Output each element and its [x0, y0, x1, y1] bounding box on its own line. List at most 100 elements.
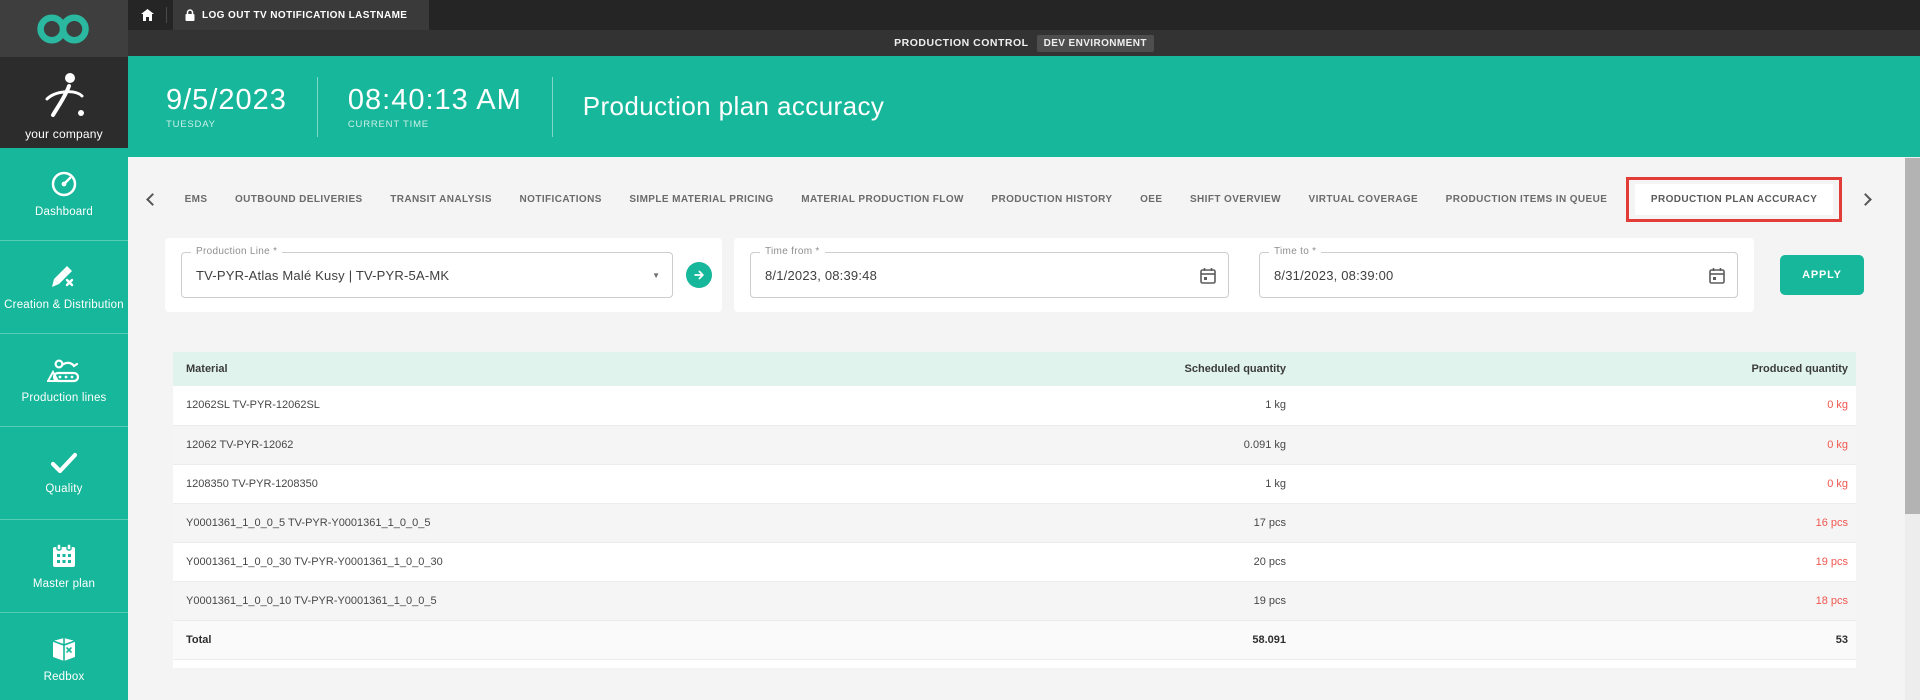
vertical-scrollbar	[1905, 157, 1920, 700]
time-block: 08:40:13 AM CURRENT TIME	[348, 84, 522, 130]
production-line-select[interactable]: Production Line * TV-PYR-Atlas Malé Kusy…	[181, 252, 673, 298]
tab-oee[interactable]: OEE	[1140, 194, 1162, 205]
infinity-logo-icon	[35, 14, 93, 44]
tab-shift-overview[interactable]: SHIFT OVERVIEW	[1190, 194, 1281, 205]
tab-transit-analysis[interactable]: TRANSIT ANALYSIS	[390, 194, 492, 205]
environment-bar: PRODUCTION CONTROL DEV ENVIRONMENT	[128, 30, 1920, 56]
column-header-scheduled: Scheduled quantity	[1126, 352, 1286, 386]
company-logo-box: your company	[0, 57, 128, 148]
current-time: 08:40:13 AM	[348, 84, 522, 116]
calendar-icon[interactable]	[1709, 267, 1725, 284]
scheduled-cell: 17 pcs	[1126, 503, 1286, 542]
current-day: TUESDAY	[166, 119, 287, 130]
table-row: Y0001361_1_0_0_5 TV-PYR-Y0001361_1_0_0_5…	[173, 503, 1856, 542]
go-arrow-button[interactable]	[686, 262, 712, 288]
filter-panel: Production Line * TV-PYR-Atlas Malé Kusy…	[165, 238, 1864, 312]
app-window: LOG OUT TV NOTIFICATION LASTNAME PRODUCT…	[0, 0, 1920, 700]
current-date: 9/5/2023	[166, 84, 287, 116]
company-logo-icon	[41, 69, 87, 123]
sidebar-item-label: Quality	[45, 483, 82, 495]
app-title: PRODUCTION CONTROL	[894, 37, 1028, 49]
company-label: your company	[25, 127, 103, 141]
time-range-card: Time from * 8/1/2023, 08:39:48 Time to *…	[734, 238, 1754, 312]
produced-cell: 0 kg	[1286, 425, 1856, 464]
table-total-row: Total 58.091 53	[173, 620, 1856, 659]
top-bar: LOG OUT TV NOTIFICATION LASTNAME	[128, 0, 1920, 30]
sidebar-item-master-plan[interactable]: Master plan	[0, 520, 128, 613]
accuracy-table-card: Material Scheduled quantity Produced qua…	[173, 352, 1856, 668]
chevron-down-icon[interactable]: ▼	[652, 271, 660, 280]
column-header-material: Material	[173, 352, 1126, 386]
total-produced-cell: 53	[1286, 620, 1856, 659]
apply-button[interactable]: APPLY	[1780, 255, 1864, 295]
sidebar-item-quality[interactable]: Quality	[0, 427, 128, 520]
table-row: 12062SL TV-PYR-12062SL 1 kg 0 kg	[173, 386, 1856, 425]
table-header-row: Material Scheduled quantity Produced qua…	[173, 352, 1856, 386]
scheduled-cell: 0.091 kg	[1126, 425, 1286, 464]
sidebar-item-label: Redbox	[44, 671, 85, 683]
page-header: 9/5/2023 TUESDAY 08:40:13 AM CURRENT TIM…	[128, 56, 1920, 157]
produced-cell: 0 kg	[1286, 386, 1856, 425]
tab-material-production-flow[interactable]: MATERIAL PRODUCTION FLOW	[801, 194, 964, 205]
time-from-input[interactable]: Time from * 8/1/2023, 08:39:48	[750, 252, 1229, 298]
total-label-cell: Total	[173, 620, 1126, 659]
column-header-produced: Produced quantity	[1286, 352, 1856, 386]
sidebar-item-label: Creation & Distribution	[4, 299, 124, 311]
scheduled-cell: 20 pcs	[1126, 542, 1286, 581]
home-button[interactable]	[128, 0, 166, 30]
sidebar-item-dashboard[interactable]: Dashboard	[0, 148, 128, 241]
production-line-card: Production Line * TV-PYR-Atlas Malé Kusy…	[165, 238, 722, 312]
scrollbar-thumb[interactable]	[1905, 158, 1920, 514]
tab-notifications[interactable]: NOTIFICATIONS	[520, 194, 602, 205]
header-divider	[552, 77, 553, 137]
material-cell: Y0001361_1_0_0_30 TV-PYR-Y0001361_1_0_0_…	[173, 542, 1126, 581]
logout-tab-label: LOG OUT TV NOTIFICATION LASTNAME	[202, 10, 407, 21]
production-lines-icon	[47, 356, 81, 384]
master-plan-calendar-icon	[50, 542, 78, 570]
time-to-label: Time to *	[1269, 246, 1321, 257]
tabs-scroll-left-icon[interactable]	[146, 193, 159, 206]
tab-production-history[interactable]: PRODUCTION HISTORY	[991, 194, 1112, 205]
total-scheduled-cell: 58.091	[1126, 620, 1286, 659]
tab-virtual-coverage[interactable]: VIRTUAL COVERAGE	[1309, 194, 1419, 205]
time-from-value: 8/1/2023, 08:39:48	[765, 268, 877, 283]
table-row: 1208350 TV-PYR-1208350 1 kg 0 kg	[173, 464, 1856, 503]
brand-logo-box[interactable]	[0, 0, 128, 57]
tab-ems[interactable]: EMS	[185, 194, 208, 205]
date-block: 9/5/2023 TUESDAY	[166, 84, 287, 130]
material-cell: 12062 TV-PYR-12062	[173, 425, 1126, 464]
accuracy-table: Material Scheduled quantity Produced qua…	[173, 352, 1856, 660]
time-to-value: 8/31/2023, 08:39:00	[1274, 268, 1393, 283]
sidebar: your company Dashboard Creation & Distri…	[0, 0, 128, 700]
sidebar-item-production-lines[interactable]: Production lines	[0, 334, 128, 427]
time-to-input[interactable]: Time to * 8/31/2023, 08:39:00	[1259, 252, 1738, 298]
material-cell: 12062SL TV-PYR-12062SL	[173, 386, 1126, 425]
creation-distribution-icon	[50, 263, 78, 291]
sidebar-item-label: Production lines	[21, 392, 106, 404]
tab-production-plan-accuracy[interactable]: PRODUCTION PLAN ACCURACY	[1635, 184, 1833, 215]
tabs-scroll-right-icon[interactable]	[1859, 193, 1872, 206]
sidebar-item-creation-distribution[interactable]: Creation & Distribution	[0, 241, 128, 334]
time-from-label: Time from *	[760, 246, 825, 257]
tab-simple-material-pricing[interactable]: SIMPLE MATERIAL PRICING	[629, 194, 773, 205]
calendar-icon[interactable]	[1200, 267, 1216, 284]
sidebar-item-redbox[interactable]: Redbox	[0, 613, 128, 700]
dashboard-gauge-icon	[50, 170, 78, 198]
produced-cell: 16 pcs	[1286, 503, 1856, 542]
tab-strip: EMS OUTBOUND DELIVERIES TRANSIT ANALYSIS…	[148, 183, 1870, 215]
table-row: Y0001361_1_0_0_10 TV-PYR-Y0001361_1_0_0_…	[173, 581, 1856, 620]
produced-cell: 0 kg	[1286, 464, 1856, 503]
material-cell: Y0001361_1_0_0_10 TV-PYR-Y0001361_1_0_0_…	[173, 581, 1126, 620]
logout-tab[interactable]: LOG OUT TV NOTIFICATION LASTNAME	[173, 0, 429, 30]
redbox-icon	[49, 635, 79, 663]
material-cell: 1208350 TV-PYR-1208350	[173, 464, 1126, 503]
production-line-label: Production Line *	[191, 246, 282, 257]
tab-label: PRODUCTION PLAN ACCURACY	[1651, 194, 1817, 205]
header-divider	[317, 77, 318, 137]
tab-production-items-in-queue[interactable]: PRODUCTION ITEMS IN QUEUE	[1446, 194, 1608, 205]
sidebar-item-label: Dashboard	[35, 206, 93, 218]
scheduled-cell: 1 kg	[1126, 464, 1286, 503]
quality-check-icon	[49, 451, 79, 475]
tab-outbound-deliveries[interactable]: OUTBOUND DELIVERIES	[235, 194, 363, 205]
home-icon	[141, 9, 154, 21]
